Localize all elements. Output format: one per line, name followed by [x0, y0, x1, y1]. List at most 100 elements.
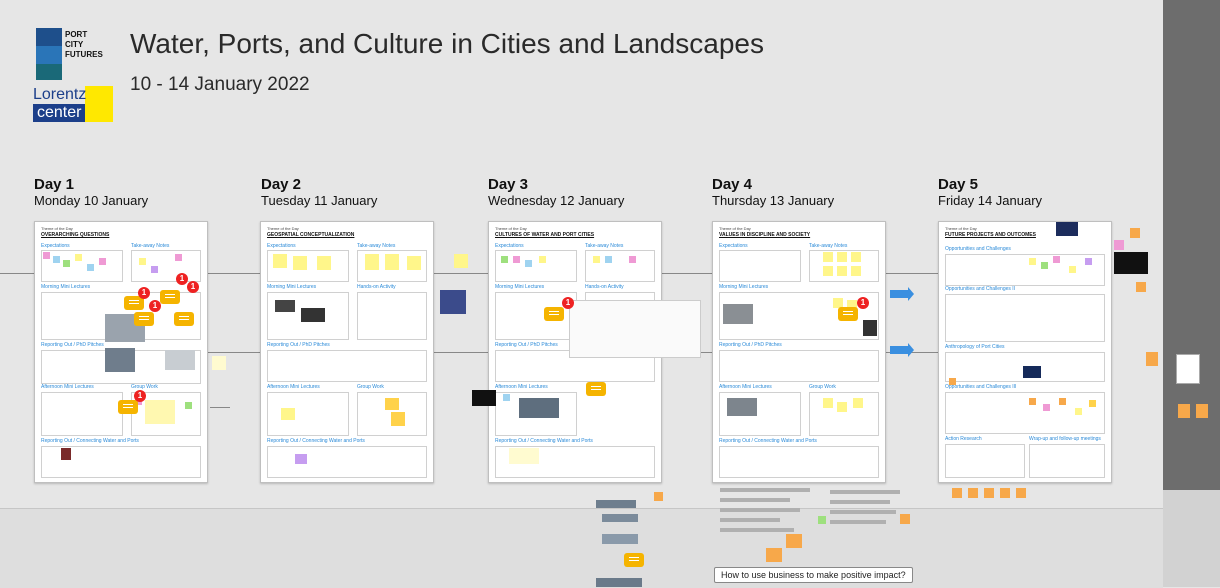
section-box[interactable] [1029, 444, 1105, 478]
sticky-note[interactable] [513, 256, 520, 263]
sticky-note[interactable] [1029, 398, 1036, 405]
section-box[interactable] [357, 292, 427, 340]
sticky-note[interactable] [952, 488, 962, 498]
section-box[interactable] [809, 392, 879, 436]
day-board-1[interactable]: Theme of the Day OVERARCHING QUESTIONS E… [34, 221, 208, 483]
sticky-note[interactable] [87, 264, 94, 271]
sticky-note[interactable] [1059, 398, 1066, 405]
sticky-note[interactable] [365, 254, 379, 270]
sticky-note[interactable] [525, 260, 532, 267]
photo[interactable] [602, 514, 638, 522]
day-board-5[interactable]: Theme of the Day FUTURE PROJECTS AND OUT… [938, 221, 1112, 483]
sticky-note[interactable] [501, 256, 508, 263]
sticky-note[interactable] [295, 454, 307, 464]
sticky-note[interactable] [43, 252, 50, 259]
sticky-note[interactable] [900, 514, 910, 524]
day-board-2[interactable]: Theme of the Day GEOSPATIAL CONCEPTUALIZ… [260, 221, 434, 483]
sticky-note[interactable] [1029, 258, 1036, 265]
comment-icon[interactable] [544, 307, 564, 321]
sticky-note[interactable] [1089, 400, 1096, 407]
sticky-note[interactable] [823, 266, 833, 276]
sticky-note[interactable] [629, 256, 636, 263]
section-box[interactable] [945, 444, 1025, 478]
question-card[interactable]: How to use business to make positive imp… [714, 567, 913, 583]
sticky-note[interactable] [851, 266, 861, 276]
sticky-note[interactable] [1085, 258, 1092, 265]
sticky-note[interactable] [185, 402, 192, 409]
sticky-note[interactable] [837, 252, 847, 262]
comment-icon[interactable] [586, 382, 606, 396]
sticky-note[interactable] [53, 256, 60, 263]
sticky-note[interactable] [273, 254, 287, 268]
section-box[interactable] [131, 250, 201, 282]
mindmap-image[interactable] [569, 300, 701, 358]
sticky-note[interactable] [1053, 256, 1060, 263]
sticky-note[interactable] [212, 356, 226, 370]
comment-icon[interactable] [118, 400, 138, 414]
sticky-note[interactable] [949, 378, 956, 385]
sticky-note[interactable] [593, 256, 600, 263]
comment-icon[interactable] [174, 312, 194, 326]
sticky-note[interactable] [385, 398, 399, 410]
sticky-note[interactable] [1114, 240, 1124, 250]
photo[interactable] [105, 348, 135, 372]
sticky-note[interactable] [1069, 266, 1076, 273]
photo[interactable] [1056, 222, 1078, 236]
sticky-note[interactable] [1016, 488, 1026, 498]
photo[interactable] [165, 350, 195, 370]
comment-icon[interactable] [838, 307, 858, 321]
section-box[interactable] [719, 350, 879, 382]
section-box[interactable] [41, 392, 123, 436]
sticky-note[interactable] [786, 534, 802, 548]
section-box[interactable] [585, 250, 655, 282]
sticky-note[interactable] [75, 254, 82, 261]
sticky-note[interactable] [391, 412, 405, 426]
photo[interactable] [596, 578, 642, 587]
day-board-3[interactable]: Theme of the Day CULTURES OF WATER AND P… [488, 221, 701, 483]
photo[interactable] [727, 398, 757, 416]
document-thumbnail[interactable] [1176, 354, 1200, 384]
photo[interactable] [602, 534, 638, 544]
photo[interactable] [275, 300, 295, 312]
sticky-note[interactable] [1043, 404, 1050, 411]
comment-icon[interactable] [134, 312, 154, 326]
photo[interactable] [61, 448, 71, 460]
sticky-note[interactable] [151, 266, 158, 273]
section-box[interactable] [267, 350, 427, 382]
sticky-note[interactable] [823, 398, 833, 408]
photo[interactable] [472, 390, 496, 406]
sticky-note[interactable] [654, 492, 663, 501]
sticky-note[interactable] [99, 258, 106, 265]
sticky-note[interactable] [851, 252, 861, 262]
photo[interactable] [723, 304, 753, 324]
comment-icon[interactable] [624, 553, 644, 567]
section-box[interactable] [41, 250, 123, 282]
sticky-note[interactable] [1136, 282, 1146, 292]
section-box[interactable] [945, 254, 1105, 286]
sticky-note[interactable] [454, 254, 468, 268]
section-box[interactable] [719, 250, 801, 282]
video-thumbnail[interactable] [1114, 252, 1148, 274]
sticky-note[interactable] [175, 254, 182, 261]
sticky-note[interactable] [385, 254, 399, 270]
sticky-note[interactable] [1130, 228, 1140, 238]
day-board-4[interactable]: Theme of the Day VALUES IN DISCIPLINE AN… [712, 221, 886, 483]
sticky-note[interactable] [145, 400, 175, 424]
photo[interactable] [596, 500, 636, 508]
photo[interactable] [1023, 366, 1041, 378]
sticky-note[interactable] [281, 408, 295, 420]
sticky-note[interactable] [1041, 262, 1048, 269]
photo[interactable] [519, 398, 559, 418]
section-box[interactable] [495, 250, 577, 282]
photo[interactable] [301, 308, 325, 322]
sticky-note[interactable] [1178, 404, 1190, 418]
sticky-note[interactable] [139, 258, 146, 265]
sticky-note[interactable] [317, 256, 331, 270]
sticky-note[interactable] [968, 488, 978, 498]
sticky-note[interactable] [63, 260, 70, 267]
sticky-note[interactable] [605, 256, 612, 263]
sticky-note[interactable] [407, 256, 421, 270]
sticky-note[interactable] [293, 256, 307, 270]
sticky-note[interactable] [818, 516, 826, 524]
section-box[interactable] [267, 446, 427, 478]
